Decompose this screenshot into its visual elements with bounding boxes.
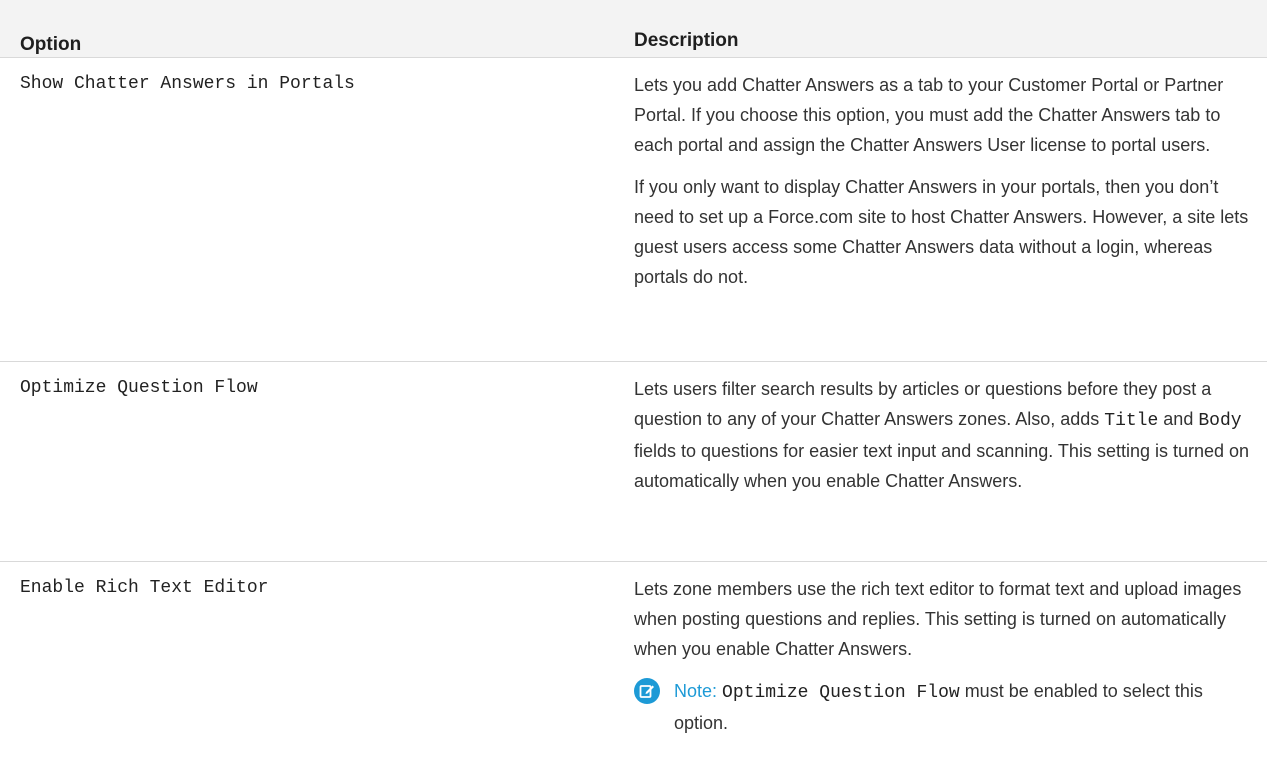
option-name: Optimize Question Flow xyxy=(20,378,258,398)
description-paragraph: If you only want to display Chatter Answ… xyxy=(634,177,1249,287)
description-paragraph: Lets zone members use the rich text edit… xyxy=(634,579,1242,659)
field-body-code: Body xyxy=(1198,411,1242,431)
settings-table: Option Description Show Chatter Answers … xyxy=(0,0,1267,774)
table-row: Enable Rich Text Editor Lets zone member… xyxy=(0,562,1267,774)
description-paragraph: Lets you add Chatter Answers as a tab to… xyxy=(634,75,1224,155)
option-name: Show Chatter Answers in Portals xyxy=(20,74,355,94)
option-cell: Optimize Question Flow xyxy=(0,362,634,561)
table-row: Show Chatter Answers in Portals Lets you… xyxy=(0,58,1267,362)
description-paragraph: Lets users filter search results by arti… xyxy=(634,374,1254,496)
note-edit-icon xyxy=(634,678,660,704)
note-callout: Note: Optimize Question Flow must be ena… xyxy=(634,676,1254,738)
option-name: Enable Rich Text Editor xyxy=(20,578,269,598)
option-cell: Show Chatter Answers in Portals xyxy=(0,58,634,361)
header-option-cell: Option xyxy=(0,0,634,57)
description-cell: Lets you add Chatter Answers as a tab to… xyxy=(634,58,1254,361)
header-description-cell: Description xyxy=(634,0,1267,57)
note-label: Note: xyxy=(674,681,718,701)
table-row: Optimize Question Flow Lets users filter… xyxy=(0,362,1267,562)
note-code: Optimize Question Flow xyxy=(722,683,960,703)
note-body: Note: Optimize Question Flow must be ena… xyxy=(674,676,1254,738)
option-cell: Enable Rich Text Editor xyxy=(0,562,634,774)
description-text: fields to questions for easier text inpu… xyxy=(634,441,1250,491)
table-header: Option Description xyxy=(0,0,1267,58)
description-cell: Lets users filter search results by arti… xyxy=(634,362,1254,561)
description-text: and xyxy=(1158,409,1199,429)
description-cell: Lets zone members use the rich text edit… xyxy=(634,562,1254,774)
field-title-code: Title xyxy=(1104,411,1159,431)
